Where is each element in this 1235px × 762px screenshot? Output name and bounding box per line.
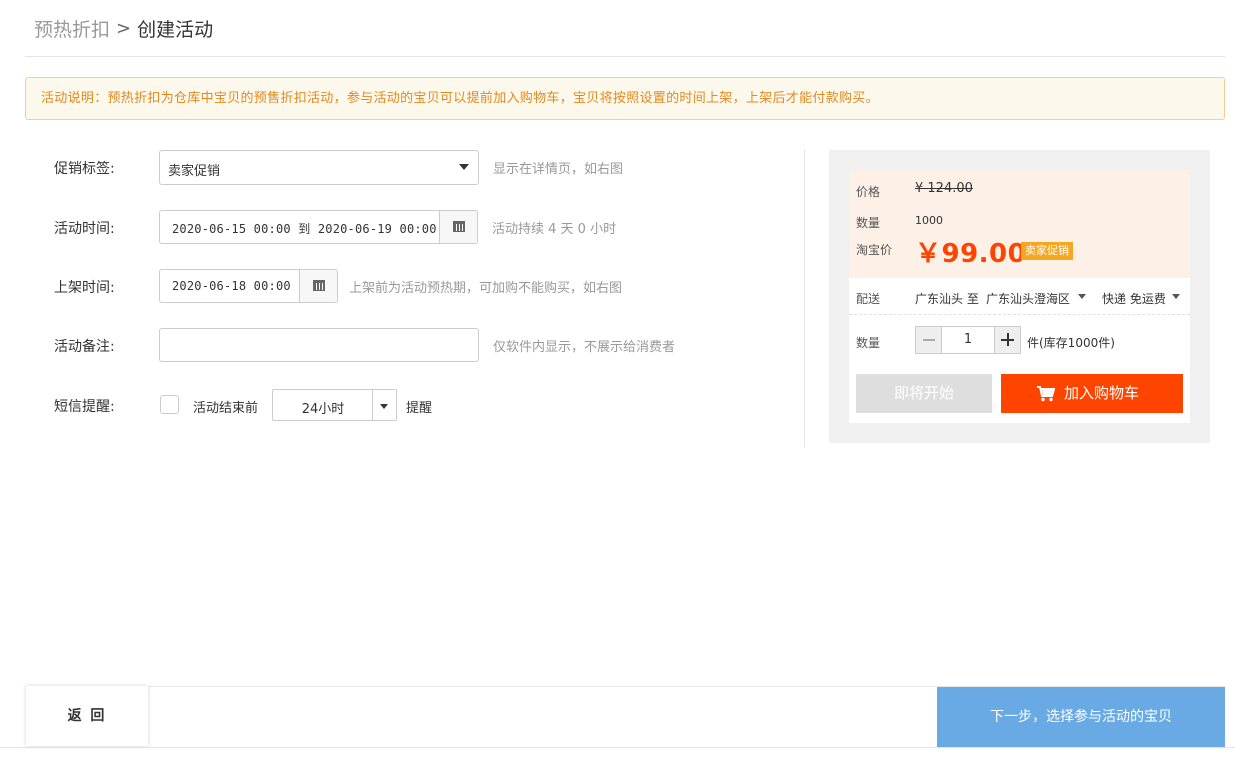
promo-badge: 卖家促销 [1021, 242, 1073, 260]
chevron-right-icon: > [116, 17, 132, 39]
stock-label: 数量 [856, 216, 881, 230]
select-divider [372, 390, 373, 420]
header-divider [25, 56, 1225, 57]
sms-time-select[interactable]: 24小时 [272, 389, 397, 421]
shelf-time-value: 2020-06-18 00:00 [172, 279, 291, 293]
breadcrumb-parent-link[interactable]: 预热折扣 [34, 15, 110, 42]
qty-label: 数量 [856, 336, 881, 350]
coming-soon-button[interactable]: 即将开始 [856, 374, 992, 413]
price-label: 价格 [856, 185, 881, 199]
sms-before-text: 活动结束前 [193, 401, 259, 416]
remark-label: 活动备注: [54, 339, 115, 355]
shelf-time-input[interactable]: 2020-06-18 00:00 [159, 269, 338, 303]
activity-time-calendar-button[interactable] [439, 211, 477, 243]
add-to-cart-button[interactable]: 加入购物车 [1001, 374, 1183, 413]
sms-reminder-label: 短信提醒: [54, 399, 115, 415]
caret-down-icon [1078, 294, 1086, 299]
activity-notice: 活动说明：预热折扣为仓库中宝贝的预售折扣活动，参与活动的宝贝可以提前加入购物车，… [25, 77, 1225, 120]
back-button[interactable]: 返 回 [26, 686, 148, 746]
dashed-divider [849, 314, 1190, 315]
calendar-icon [313, 280, 325, 291]
activity-time-label: 活动时间: [54, 221, 115, 237]
quantity-value[interactable]: 1 [942, 332, 994, 347]
breadcrumb: 预热折扣 > 创建活动 [34, 14, 213, 42]
shipping-label: 配送 [856, 292, 881, 306]
shelf-time-calendar-button[interactable] [299, 270, 337, 302]
sms-after-text: 提醒 [406, 401, 433, 416]
sms-time-value: 24小时 [301, 402, 345, 417]
stock-note: 件(库存1000件) [1027, 336, 1115, 350]
section-divider [804, 150, 805, 447]
activity-time-range-input[interactable]: 2020-06-15 00:00 到 2020-06-19 00:00 [159, 210, 478, 244]
promo-price: ￥99.00 [915, 239, 1027, 269]
caret-down-icon [459, 164, 469, 170]
bottom-divider [0, 747, 1235, 748]
promo-tag-select[interactable]: 卖家促销 [159, 150, 479, 185]
cart-icon [1037, 386, 1055, 402]
shipping-from: 广东汕头 至 [915, 292, 979, 306]
page-title: 创建活动 [137, 18, 214, 41]
minus-icon[interactable] [916, 327, 942, 353]
promo-tag-hint: 显示在详情页，如右图 [493, 162, 624, 177]
sms-reminder-checkbox[interactable] [160, 395, 179, 414]
original-price: ¥ 124.00 [915, 181, 973, 196]
stock-value: 1000 [915, 214, 943, 227]
shipping-destination[interactable]: 广东汕头澄海区 [986, 290, 1070, 307]
caret-down-icon [1172, 294, 1180, 299]
taobao-price-label: 淘宝价 [856, 243, 893, 257]
promo-tag-label: 促销标签: [54, 161, 115, 177]
calendar-icon [453, 221, 465, 232]
caret-down-icon [380, 404, 388, 409]
price-area: 价格 ¥ 124.00 数量 1000 淘宝价 ￥99.00 卖家促销 [849, 170, 1190, 278]
create-activity-page: 预热折扣 > 创建活动 活动说明：预热折扣为仓库中宝贝的预售折扣活动，参与活动的… [0, 0, 1235, 762]
next-step-button[interactable]: 下一步，选择参与活动的宝贝 [937, 687, 1225, 747]
promo-tag-value: 卖家促销 [168, 164, 221, 179]
product-preview-panel: 价格 ¥ 124.00 数量 1000 淘宝价 ￥99.00 卖家促销 配送 广… [829, 150, 1210, 443]
shipping-method[interactable]: 快递 免运费 [1102, 290, 1166, 307]
remark-hint: 仅软件内显示，不展示给消费者 [493, 340, 676, 355]
shelf-time-label: 上架时间: [54, 280, 115, 296]
activity-time-value: 2020-06-15 00:00 到 2020-06-19 00:00 [172, 222, 437, 236]
quantity-stepper[interactable]: 1 [915, 326, 1021, 354]
activity-duration-hint: 活动持续 4 天 0 小时 [492, 222, 617, 237]
plus-icon[interactable] [994, 327, 1020, 353]
product-preview-card: 价格 ¥ 124.00 数量 1000 淘宝价 ￥99.00 卖家促销 配送 广… [849, 170, 1190, 423]
add-to-cart-label: 加入购物车 [1064, 384, 1140, 402]
remark-input[interactable] [159, 328, 479, 362]
shelf-time-hint: 上架前为活动预热期，可加购不能购买，如右图 [349, 281, 623, 296]
